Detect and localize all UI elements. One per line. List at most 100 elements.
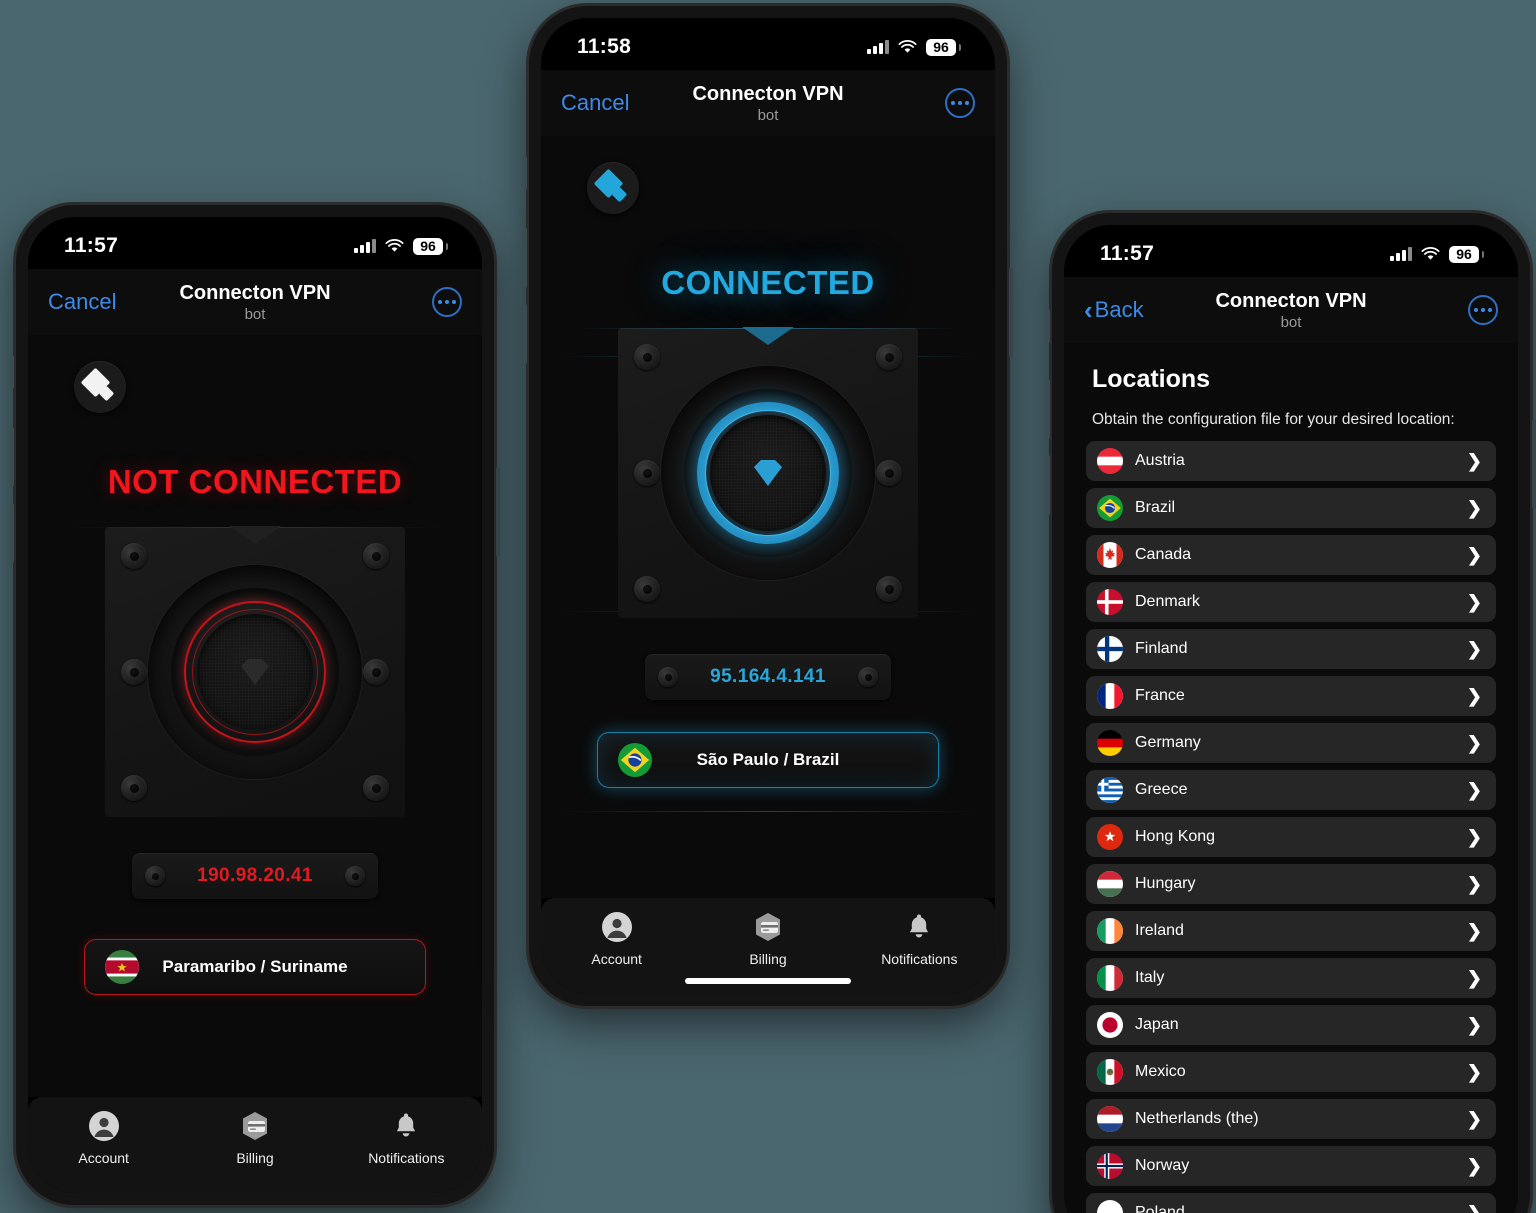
phone-screen-locations: 11:57 96 ‹ Back Connecton VPN bot Locati… — [1064, 225, 1518, 1213]
volume-down-button[interactable] — [523, 304, 527, 364]
mute-switch[interactable] — [1046, 309, 1050, 343]
location-row-mexico[interactable]: Mexico ❯ — [1086, 1052, 1496, 1092]
status-bar: 11:57 96 — [1064, 225, 1518, 277]
location-row-label: Greece — [1135, 781, 1188, 798]
location-row-finland[interactable]: Finland ❯ — [1086, 629, 1496, 669]
location-row-denmark[interactable]: Denmark ❯ — [1086, 582, 1496, 622]
cancel-button[interactable]: Cancel — [561, 90, 629, 116]
tab-bar: Account Billing Notifications — [541, 898, 995, 994]
locations-list: Austria ❯ Brazil ❯ Canada ❯ Denmark ❯ Finland ❯ Fr… — [1086, 441, 1496, 1213]
phone-screen-disconnected: 11:57 96 Cancel Connecton VPN bot NOT CO… — [28, 217, 482, 1193]
screw — [363, 543, 389, 569]
location-row-brazil[interactable]: Brazil ❯ — [1086, 488, 1496, 528]
more-dots-icon[interactable] — [945, 88, 975, 118]
brazil-flag-icon — [618, 743, 652, 777]
vpn-webapp-disconnected: NOT CONNECTED 190.98.20.41 Paramaribo / … — [28, 335, 482, 1097]
screenshot-canvas: 11:57 96 Cancel Connecton VPN bot NOT CO… — [0, 0, 1536, 1213]
dial-hub[interactable] — [197, 614, 313, 730]
location-row-label: Hong Kong — [1135, 828, 1216, 845]
location-row-label: Ireland — [1135, 922, 1184, 939]
screw — [658, 667, 678, 687]
volume-down-button[interactable] — [10, 503, 14, 563]
location-row-canada[interactable]: Canada ❯ — [1086, 535, 1496, 575]
back-button[interactable]: ‹ Back — [1084, 297, 1144, 323]
power-button[interactable] — [1009, 268, 1013, 358]
chevron-right-icon: ❯ — [1466, 1109, 1482, 1129]
location-row-norway[interactable]: Norway ❯ — [1086, 1146, 1496, 1186]
germany-flag-icon — [1097, 730, 1123, 756]
navigation-bar: ‹ Back Connecton VPN bot — [1064, 277, 1518, 343]
screw — [858, 667, 878, 687]
screw — [634, 344, 660, 370]
hongkong-flag-icon — [1097, 824, 1123, 850]
location-row-hungary[interactable]: Hungary ❯ — [1086, 864, 1496, 904]
connection-status-label: CONNECTED — [661, 264, 875, 301]
dial-hub[interactable] — [710, 415, 826, 531]
chevron-right-icon: ❯ — [1466, 1203, 1482, 1213]
app-logo-icon — [587, 162, 639, 214]
volume-down-button[interactable] — [1046, 455, 1050, 515]
chevron-right-icon: ❯ — [1466, 968, 1482, 988]
location-row-label: Mexico — [1135, 1063, 1186, 1080]
tab-notifications[interactable]: Notifications — [844, 912, 995, 967]
app-logo-icon — [74, 361, 126, 413]
location-row-label: Italy — [1135, 969, 1165, 986]
location-row-hong-kong[interactable]: Hong Kong ❯ — [1086, 817, 1496, 857]
volume-up-button[interactable] — [523, 228, 527, 288]
tab-account[interactable]: Account — [28, 1111, 179, 1166]
denmark-flag-icon — [1097, 589, 1123, 615]
location-button-wrap: São Paulo / Brazil — [541, 732, 995, 788]
screw — [876, 460, 902, 486]
cancel-label: Cancel — [48, 289, 117, 314]
chevron-right-icon: ❯ — [1466, 545, 1482, 565]
screw — [145, 866, 165, 886]
volume-up-button[interactable] — [1046, 379, 1050, 439]
phone-screen-connected: 11:58 96 Cancel Connecton VPN bot CONNEC… — [541, 18, 995, 994]
location-select-button[interactable]: São Paulo / Brazil — [597, 732, 939, 788]
location-row-label: Poland — [1135, 1204, 1185, 1213]
tab-account-label: Account — [78, 1150, 129, 1166]
location-button-label: São Paulo / Brazil — [696, 750, 840, 769]
chevron-right-icon: ❯ — [1466, 733, 1482, 753]
home-indicator — [685, 978, 851, 984]
location-row-label: Hungary — [1135, 875, 1196, 892]
location-row-label: Canada — [1135, 546, 1192, 563]
tab-billing[interactable]: Billing — [692, 912, 843, 967]
location-row-greece[interactable]: Greece ❯ — [1086, 770, 1496, 810]
tab-account-label: Account — [591, 951, 642, 967]
bell-icon — [397, 1113, 416, 1137]
tab-account[interactable]: Account — [541, 912, 692, 967]
finland-flag-icon — [1097, 636, 1123, 662]
location-row-france[interactable]: France ❯ — [1086, 676, 1496, 716]
bell-icon — [910, 914, 929, 938]
status-bar: 11:58 96 — [541, 18, 995, 70]
volume-up-button[interactable] — [10, 427, 14, 487]
more-dots-icon[interactable] — [432, 287, 462, 317]
poland-flag-icon — [1097, 1200, 1123, 1213]
location-row-label: Japan — [1135, 1016, 1179, 1033]
mute-switch[interactable] — [10, 355, 14, 389]
hungary-flag-icon — [1097, 871, 1123, 897]
power-button[interactable] — [1532, 419, 1536, 509]
tab-notifications[interactable]: Notifications — [331, 1111, 482, 1166]
location-select-button[interactable]: Paramaribo / Suriname — [84, 939, 426, 995]
location-row-italy[interactable]: Italy ❯ — [1086, 958, 1496, 998]
dial-panel[interactable] — [578, 327, 958, 618]
location-row-germany[interactable]: Germany ❯ — [1086, 723, 1496, 763]
dial-panel[interactable] — [65, 526, 445, 817]
screw — [876, 344, 902, 370]
location-row-ireland[interactable]: Ireland ❯ — [1086, 911, 1496, 951]
tab-billing[interactable]: Billing — [179, 1111, 330, 1166]
location-row-austria[interactable]: Austria ❯ — [1086, 441, 1496, 481]
location-row-label: Norway — [1135, 1157, 1190, 1174]
status-time: 11:57 — [1100, 242, 1155, 265]
location-row-poland[interactable]: Poland ❯ — [1086, 1193, 1496, 1213]
location-row-japan[interactable]: Japan ❯ — [1086, 1005, 1496, 1045]
cancel-button[interactable]: Cancel — [48, 289, 116, 315]
location-row-netherlands-the[interactable]: Netherlands (the) ❯ — [1086, 1099, 1496, 1139]
canada-flag-icon — [1097, 542, 1123, 568]
power-button[interactable] — [496, 467, 500, 557]
ireland-flag-icon — [1097, 918, 1123, 944]
mute-switch[interactable] — [523, 156, 527, 190]
more-dots-icon[interactable] — [1468, 295, 1498, 325]
